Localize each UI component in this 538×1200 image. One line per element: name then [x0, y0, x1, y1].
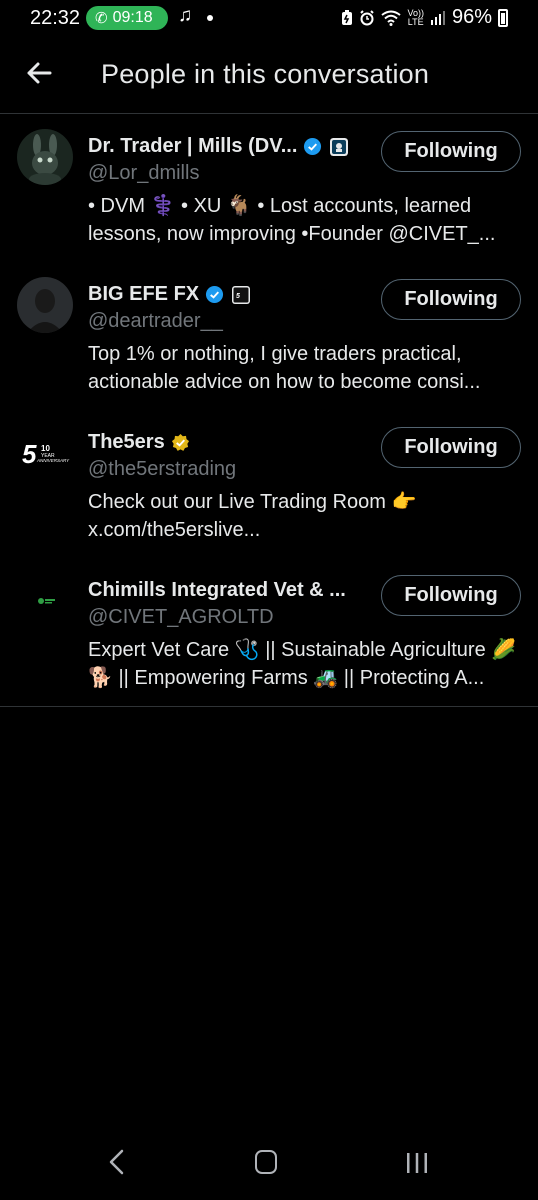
bio: Expert Vet Care 🩺 || Sustainable Agricul… [88, 639, 517, 689]
svg-text:5: 5 [236, 293, 240, 300]
following-button[interactable]: Following [381, 279, 521, 320]
wifi-icon [381, 10, 402, 26]
status-time: 22:32 [30, 7, 81, 29]
avatar[interactable] [17, 573, 73, 629]
bio: Check out our Live Trading Room 👉 x.com/… [88, 491, 417, 541]
affiliate-badge-icon: 5 [232, 285, 251, 304]
nav-recents-icon[interactable] [405, 1152, 429, 1174]
alarm-icon [360, 9, 375, 25]
nav-home-icon[interactable] [255, 1150, 277, 1174]
display-name[interactable]: The5ers [88, 431, 165, 454]
call-indicator[interactable]: ✆ 09:18 [86, 6, 168, 30]
nav-back-icon[interactable] [104, 1148, 128, 1176]
volte-bottom-label: LTE [407, 16, 424, 27]
list-item[interactable]: Dr. Trader | Mills (DV... @Lor_dmills • … [0, 115, 538, 263]
list-item[interactable]: Chimills Integrated Vet & ... @CIVET_AGR… [0, 559, 538, 707]
username: @Lor_dmills [88, 162, 200, 184]
list-item[interactable]: 5 10 YEAR ANNIVERSARY The5ers @the5erstr… [0, 411, 538, 559]
name-row: Chimills Integrated Vet & ... [88, 579, 378, 602]
the5ers-logo: 5 [22, 439, 37, 469]
name-row: The5ers [88, 431, 378, 454]
status-bar: 22:32 ✆ 09:18 ♫ Vo)) LTE 96% [0, 0, 538, 36]
the5ers-logo-num: 10 [41, 444, 50, 453]
volte-icon: Vo)) LTE [407, 8, 424, 27]
status-icons: Vo)) LTE 96% [341, 6, 508, 29]
bio: • DVM ⚕️ • XU 🐐 • Lost accounts, learned… [88, 195, 496, 245]
page-title: People in this conversation [101, 59, 430, 89]
battery-icon [498, 8, 508, 27]
back-arrow-icon[interactable] [22, 56, 56, 90]
following-button[interactable]: Following [381, 131, 521, 172]
name-row: Dr. Trader | Mills (DV... [88, 135, 378, 158]
name-row: BIG EFE FX 5 [88, 283, 378, 306]
list-item[interactable]: BIG EFE FX 5 @deartrader__ Top 1% or not… [0, 263, 538, 411]
username: @deartrader__ [88, 310, 223, 332]
top-bar: People in this conversation [0, 36, 538, 114]
verified-badge-icon [304, 137, 322, 156]
display-name[interactable]: BIG EFE FX [88, 283, 199, 306]
username: @CIVET_AGROLTD [88, 606, 274, 628]
bio: Top 1% or nothing, I give traders practi… [88, 343, 481, 393]
the5ers-logo-sub2: ANNIVERSARY [36, 458, 70, 463]
battery-percent: 96% [451, 6, 492, 28]
avatar[interactable] [17, 277, 73, 333]
verified-business-badge-icon [171, 433, 189, 451]
verified-badge-icon [206, 285, 224, 304]
system-nav-bar [0, 1130, 538, 1200]
avatar[interactable] [17, 129, 73, 185]
following-button[interactable]: Following [381, 427, 521, 468]
phone-icon: ✆ [95, 10, 108, 27]
call-timer: 09:18 [112, 9, 153, 26]
display-name[interactable]: Dr. Trader | Mills (DV... [88, 135, 297, 158]
affiliate-badge-icon [330, 137, 349, 156]
following-button[interactable]: Following [381, 575, 521, 616]
people-list: Dr. Trader | Mills (DV... @Lor_dmills • … [0, 115, 538, 707]
tiktok-icon: ♫ [178, 5, 193, 26]
notification-dot-icon [207, 15, 213, 21]
display-name[interactable]: Chimills Integrated Vet & ... [88, 579, 346, 602]
username: @the5erstrading [88, 458, 237, 480]
signal-icon [430, 10, 445, 25]
battery-saver-icon [342, 9, 353, 25]
avatar[interactable]: 5 10 YEAR ANNIVERSARY [17, 425, 73, 481]
